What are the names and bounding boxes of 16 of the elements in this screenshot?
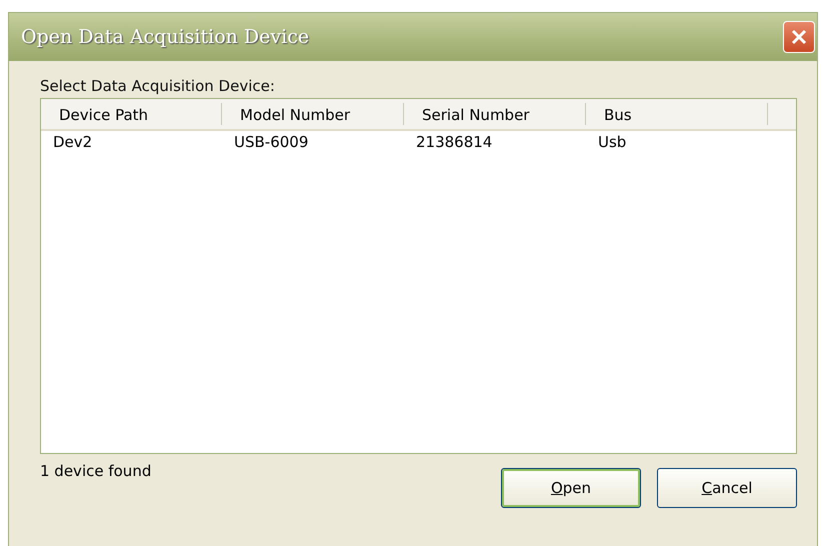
table-cell-text: Usb — [597, 133, 628, 151]
close-button[interactable] — [783, 21, 815, 53]
table-cell-text: Dev2 — [52, 133, 94, 151]
column-header[interactable]: Device Path — [41, 103, 222, 125]
cancel-button[interactable]: Cancel — [657, 468, 797, 508]
table-cell-text: USB-6009 — [233, 133, 310, 151]
window-title: Open Data Acquisition Device — [21, 26, 310, 48]
list-label: Select Data Acquisition Device: — [40, 77, 276, 95]
column-header[interactable]: Bus — [586, 103, 768, 125]
close-icon — [790, 28, 808, 46]
column-header[interactable]: Model Number — [222, 103, 404, 125]
table-cell-text: 21386814 — [415, 133, 494, 151]
open-button[interactable]: Open — [501, 468, 641, 508]
column-header[interactable]: Serial Number — [404, 103, 586, 125]
status-text: 1 device found — [40, 462, 152, 482]
device-row[interactable]: Dev2 USB-6009 21386814 Usb — [41, 131, 796, 153]
